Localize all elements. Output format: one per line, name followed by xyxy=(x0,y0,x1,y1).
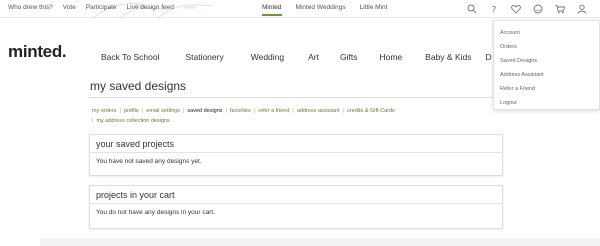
who-drew-this-link[interactable]: Who drew this? xyxy=(8,4,53,11)
account-subnav: my orders | profile | email settings | saved d… xyxy=(92,108,395,124)
saved-projects-heading: your saved projects xyxy=(90,135,502,153)
nav-item-wedding[interactable]: Wedding xyxy=(251,52,284,62)
help-icon[interactable]: ? xyxy=(488,3,500,15)
footer-band xyxy=(40,238,600,246)
menu-item-account[interactable]: Account xyxy=(494,26,599,40)
saved-projects-panel: your saved projects You have not saved a… xyxy=(89,134,503,176)
subnav-saved-designs[interactable]: saved designs xyxy=(187,108,222,114)
page-title: my saved designs xyxy=(90,79,187,93)
nav-item-stationery[interactable]: Stationery xyxy=(185,52,223,62)
cart-projects-heading: projects in your cart xyxy=(90,186,502,204)
heart-icon[interactable] xyxy=(510,3,522,15)
live-design-feed-link[interactable]: Live design feed xyxy=(127,4,174,11)
nav-item-home[interactable]: Home xyxy=(379,52,402,62)
vote-link[interactable]: Vote xyxy=(63,4,76,11)
nav-item-gifts[interactable]: Gifts xyxy=(340,52,357,62)
subnav-credits-gift-cards[interactable]: credits & Gift Cards xyxy=(347,108,395,114)
utility-bar: Who drew this? Vote Participate Live des… xyxy=(0,0,600,18)
brand-link-little-mint[interactable]: Little Mint xyxy=(360,4,388,16)
subnav-refer-a-friend[interactable]: refer a friend xyxy=(258,108,289,114)
account-dropdown-menu: Account Orders Saved Designs Address Ass… xyxy=(493,20,600,110)
brand-link-minted-weddings[interactable]: Minted Weddings xyxy=(296,4,346,16)
cart-projects-panel: projects in your cart You do not have an… xyxy=(89,185,503,229)
subnav-address-assistant[interactable]: address assistant xyxy=(297,108,340,114)
nav-item-baby-kids[interactable]: Baby & Kids xyxy=(425,52,471,62)
menu-item-address-assistant[interactable]: Address Assistant xyxy=(494,68,599,82)
menu-item-orders[interactable]: Orders xyxy=(494,40,599,54)
subnav-email-settings[interactable]: email settings xyxy=(146,108,180,114)
nav-item-back-to-school[interactable]: Back To School xyxy=(101,52,159,62)
nav-item-truncated[interactable]: D xyxy=(485,52,491,62)
minted-logo[interactable]: minted. xyxy=(8,42,67,62)
user-icon[interactable] xyxy=(576,3,588,15)
saved-projects-message: You have not saved any designs yet. xyxy=(96,158,202,165)
search-icon[interactable] xyxy=(466,3,478,15)
menu-item-logout[interactable]: Logout xyxy=(494,96,599,110)
participate-link[interactable]: Participate xyxy=(86,4,117,11)
main-nav: Back To School Stationery Wedding Art Gi… xyxy=(101,52,492,62)
menu-item-refer-a-friend[interactable]: Refer a Friend xyxy=(494,82,599,96)
cart-icon[interactable] xyxy=(554,3,566,15)
menu-item-saved-designs[interactable]: Saved Designs xyxy=(494,54,599,68)
subnav-favorites[interactable]: favorites xyxy=(230,108,251,114)
subnav-profile[interactable]: profile xyxy=(124,108,139,114)
account-circle-icon[interactable] xyxy=(532,3,544,15)
cart-projects-message: You do not have any designs in your cart… xyxy=(96,209,216,216)
nav-item-art[interactable]: Art xyxy=(308,52,319,62)
svg-text:?: ? xyxy=(492,6,497,15)
subnav-address-collection-designs[interactable]: my address collection designs xyxy=(96,118,169,124)
divider xyxy=(89,97,504,98)
subnav-my-orders[interactable]: my orders xyxy=(92,108,116,114)
brand-link-minted[interactable]: Minted xyxy=(262,4,282,16)
